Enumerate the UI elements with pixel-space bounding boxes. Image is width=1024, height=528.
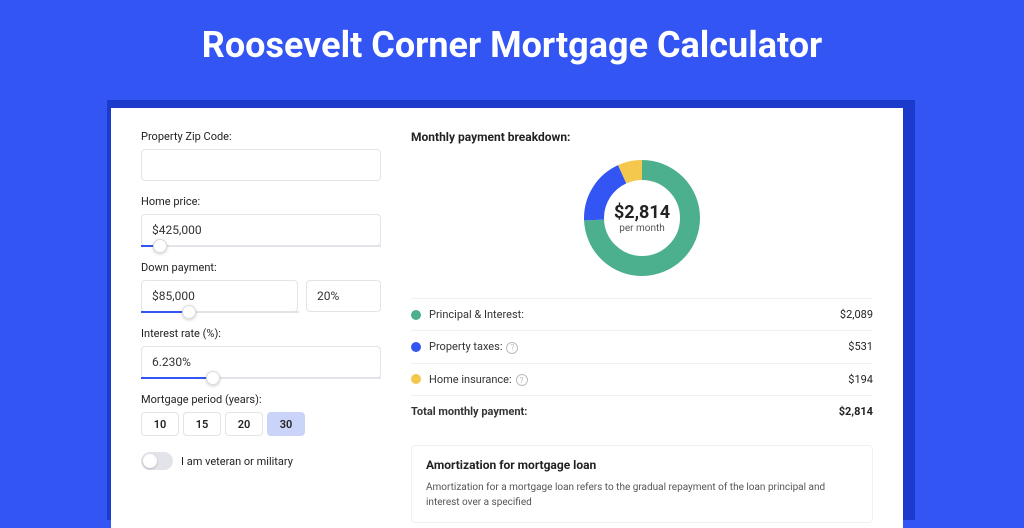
toggle-knob (143, 454, 157, 468)
legend: Principal & Interest:$2,089Property taxe… (411, 298, 873, 395)
zip-label: Property Zip Code: (141, 130, 381, 143)
down-payment-pct-input[interactable] (306, 280, 381, 312)
legend-row: Property taxes:?$531 (411, 330, 873, 363)
home-price-slider[interactable] (141, 245, 381, 247)
legend-value: $194 (848, 373, 873, 386)
help-icon[interactable]: ? (516, 374, 528, 386)
legend-label: Principal & Interest: (429, 308, 840, 321)
veteran-label: I am veteran or military (181, 455, 293, 468)
payment-donut-chart: $2,814 per month (582, 158, 702, 278)
total-row: Total monthly payment: $2,814 (411, 395, 873, 427)
page-title: Roosevelt Corner Mortgage Calculator (0, 0, 1024, 82)
help-icon[interactable]: ? (506, 342, 518, 354)
breakdown-heading: Monthly payment breakdown: (411, 130, 873, 144)
legend-dot (411, 310, 421, 320)
legend-label: Property taxes:? (429, 340, 848, 354)
legend-value: $2,089 (840, 308, 873, 321)
calculator-panel: Property Zip Code: Home price: Down paym… (111, 108, 903, 528)
down-payment-slider[interactable] (141, 311, 299, 313)
period-label: Mortgage period (years): (141, 393, 381, 406)
interest-label: Interest rate (%): (141, 327, 381, 340)
slider-thumb[interactable] (153, 239, 167, 253)
input-column: Property Zip Code: Home price: Down paym… (141, 130, 381, 523)
interest-slider[interactable] (141, 377, 381, 379)
legend-value: $531 (848, 340, 873, 353)
slider-thumb[interactable] (182, 305, 196, 319)
down-payment-input[interactable] (141, 280, 298, 312)
total-label: Total monthly payment: (411, 405, 839, 418)
amortization-heading: Amortization for mortgage loan (426, 458, 858, 472)
period-buttons: 10152030 (141, 412, 381, 436)
zip-input[interactable] (141, 149, 381, 181)
legend-row: Principal & Interest:$2,089 (411, 298, 873, 330)
total-value: $2,814 (839, 405, 873, 418)
home-price-label: Home price: (141, 195, 381, 208)
donut-sublabel: per month (619, 223, 665, 234)
down-payment-label: Down payment: (141, 261, 381, 274)
breakdown-column: Monthly payment breakdown: $2,814 per mo… (411, 130, 873, 523)
amortization-text: Amortization for a mortgage loan refers … (426, 480, 858, 510)
legend-label: Home insurance:? (429, 373, 848, 387)
veteran-toggle[interactable] (141, 452, 173, 470)
legend-dot (411, 342, 421, 352)
slider-thumb[interactable] (206, 371, 220, 385)
home-price-input[interactable] (141, 214, 381, 246)
period-button-30[interactable]: 30 (267, 412, 305, 436)
legend-row: Home insurance:?$194 (411, 363, 873, 396)
period-button-15[interactable]: 15 (183, 412, 221, 436)
amortization-card: Amortization for mortgage loan Amortizat… (411, 445, 873, 523)
interest-input[interactable] (141, 346, 381, 378)
period-button-20[interactable]: 20 (225, 412, 263, 436)
donut-total: $2,814 (614, 202, 670, 223)
legend-dot (411, 374, 421, 384)
period-button-10[interactable]: 10 (141, 412, 179, 436)
